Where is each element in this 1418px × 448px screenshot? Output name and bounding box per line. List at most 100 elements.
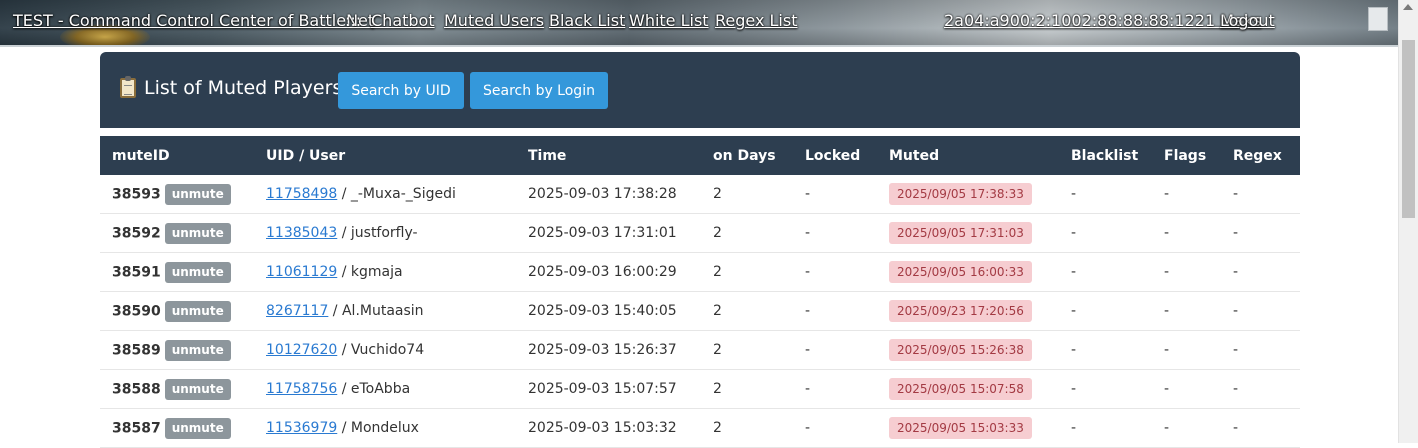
nav-link-black-list[interactable]: Black List — [549, 11, 625, 30]
table-row: 38590 unmute 8267117 / Al.Mutaasin 2025-0… — [100, 291, 1300, 331]
clipboard-icon — [120, 76, 136, 98]
muted-until-badge: 2025/09/05 17:38:33 — [889, 183, 1032, 205]
muted-until-badge: 2025/09/05 15:07:58 — [889, 378, 1032, 400]
days-cell: 2 — [701, 252, 793, 292]
mute-id: 38591 — [112, 264, 161, 280]
header-uid-user: UID / User — [254, 136, 516, 175]
blacklist-cell: - — [1059, 175, 1152, 214]
muted-cell: 2025/09/05 15:07:58 — [877, 369, 1059, 409]
uid-user-cell: 11758756 / eToAbba — [254, 369, 516, 409]
time-cell: 2025-09-03 16:00:29 — [516, 252, 701, 292]
flags-cell: - — [1152, 369, 1221, 409]
unmute-button[interactable]: unmute — [164, 261, 231, 283]
uid-user-cell: 11758498 / _-Muxa-_Sigedi — [254, 175, 516, 214]
uid-link[interactable]: 11536979 — [266, 420, 337, 436]
mute-id: 38587 — [112, 420, 161, 436]
uid-user-cell: 10127620 / Vuchido74 — [254, 330, 516, 370]
uid-link[interactable]: 11061129 — [266, 264, 337, 280]
regex-cell: - — [1221, 252, 1300, 292]
search-by-uid-button[interactable]: Search by UID — [338, 72, 464, 109]
window-control[interactable] — [1368, 7, 1388, 31]
mute-id: 38589 — [112, 342, 161, 358]
user-name: / justforfly- — [337, 225, 418, 241]
muted-until-badge: 2025/09/05 15:26:38 — [889, 339, 1032, 361]
unmute-button[interactable]: unmute — [164, 339, 231, 361]
muted-players-panel-header: List of Muted Players Search by UID Sear… — [100, 52, 1300, 128]
blacklist-cell: - — [1059, 330, 1152, 370]
table-row: 38589 unmute 10127620 / Vuchido74 2025-09… — [100, 330, 1300, 370]
flags-cell: - — [1152, 330, 1221, 370]
nav-link-regex-list[interactable]: Regex List — [715, 11, 797, 30]
uid-link[interactable]: 11758756 — [266, 381, 337, 397]
nav-link-muted-users[interactable]: Muted Users — [444, 11, 544, 30]
scroll-thumb[interactable] — [1402, 40, 1415, 218]
flags-cell: - — [1152, 408, 1221, 448]
time-cell: 2025-09-03 15:03:32 — [516, 408, 701, 448]
user-name: / _-Muxa-_Sigedi — [337, 186, 456, 202]
time-cell: 2025-09-03 15:07:57 — [516, 369, 701, 409]
logout-link[interactable]: Logout — [1220, 11, 1275, 30]
uid-link[interactable]: 10127620 — [266, 342, 337, 358]
days-cell: 2 — [701, 408, 793, 448]
regex-cell: - — [1221, 213, 1300, 253]
blacklist-cell: - — [1059, 408, 1152, 448]
flags-cell: - — [1152, 291, 1221, 331]
user-name: / eToAbba — [337, 381, 411, 397]
user-name: / kgmaja — [337, 264, 403, 280]
locked-cell: - — [793, 252, 877, 292]
user-address-link[interactable]: 2a04:a900:2:1002:88:88:88:1221 Maks — [944, 11, 1261, 30]
nav-link-chatbot[interactable]: Chatbot — [371, 11, 435, 30]
panel-divider — [100, 128, 1300, 136]
flags-cell: - — [1152, 213, 1221, 253]
muted-until-badge: 2025/09/23 17:20:56 — [889, 300, 1032, 322]
user-name: / Al.Mutaasin — [328, 303, 424, 319]
nav-link-white-list[interactable]: White List — [629, 11, 709, 30]
header-blacklist: Blacklist — [1059, 136, 1152, 175]
muted-players-table: muteID UID / User Time on Days Locked Mu… — [100, 136, 1300, 448]
mute-id: 38593 — [112, 186, 161, 202]
muted-cell: 2025/09/05 17:38:33 — [877, 175, 1059, 214]
header-on-days: on Days — [701, 136, 793, 175]
uid-link[interactable]: 8267117 — [266, 303, 328, 319]
uid-link[interactable]: 11385043 — [266, 225, 337, 241]
locked-cell: - — [793, 213, 877, 253]
mute-id-cell: 38590 unmute — [100, 291, 254, 331]
days-cell: 2 — [701, 369, 793, 409]
banner-frame — [0, 45, 1398, 47]
unmute-button[interactable]: unmute — [164, 222, 231, 244]
days-cell: 2 — [701, 213, 793, 253]
scroll-up-arrow-icon[interactable] — [1403, 4, 1413, 10]
header-regex: Regex — [1221, 136, 1300, 175]
mute-id-cell: 38592 unmute — [100, 213, 254, 253]
time-cell: 2025-09-03 15:40:05 — [516, 291, 701, 331]
table-row: 38587 unmute 11536979 / Mondelux 2025-09-… — [100, 408, 1300, 448]
table-row: 38588 unmute 11758756 / eToAbba 2025-09-0… — [100, 369, 1300, 409]
time-cell: 2025-09-03 15:26:37 — [516, 330, 701, 370]
mute-id: 38592 — [112, 225, 161, 241]
muted-cell: 2025/09/05 15:26:38 — [877, 330, 1059, 370]
unmute-button[interactable]: unmute — [164, 417, 231, 439]
muted-until-badge: 2025/09/05 15:03:33 — [889, 417, 1032, 439]
search-by-login-button[interactable]: Search by Login — [470, 72, 608, 109]
time-cell: 2025-09-03 17:31:01 — [516, 213, 701, 253]
uid-user-cell: 11061129 / kgmaja — [254, 252, 516, 292]
regex-cell: - — [1221, 330, 1300, 370]
regex-cell: - — [1221, 369, 1300, 409]
locked-cell: - — [793, 175, 877, 214]
locked-cell: - — [793, 291, 877, 331]
table-header-row: muteID UID / User Time on Days Locked Mu… — [100, 136, 1300, 175]
uid-link[interactable]: 11758498 — [266, 186, 337, 202]
site-title-link[interactable]: TEST - Command Control Center of BattleN… — [13, 11, 374, 30]
vertical-scrollbar[interactable] — [1398, 0, 1418, 443]
locked-cell: - — [793, 330, 877, 370]
panel-title-text: List of Muted Players — [144, 77, 343, 99]
header-locked: Locked — [793, 136, 877, 175]
days-cell: 2 — [701, 291, 793, 331]
table-row: 38592 unmute 11385043 / justforfly- 2025-… — [100, 213, 1300, 253]
unmute-button[interactable]: unmute — [164, 183, 231, 205]
blacklist-cell: - — [1059, 252, 1152, 292]
unmute-button[interactable]: unmute — [164, 300, 231, 322]
days-cell: 2 — [701, 175, 793, 214]
flags-cell: - — [1152, 252, 1221, 292]
unmute-button[interactable]: unmute — [164, 378, 231, 400]
